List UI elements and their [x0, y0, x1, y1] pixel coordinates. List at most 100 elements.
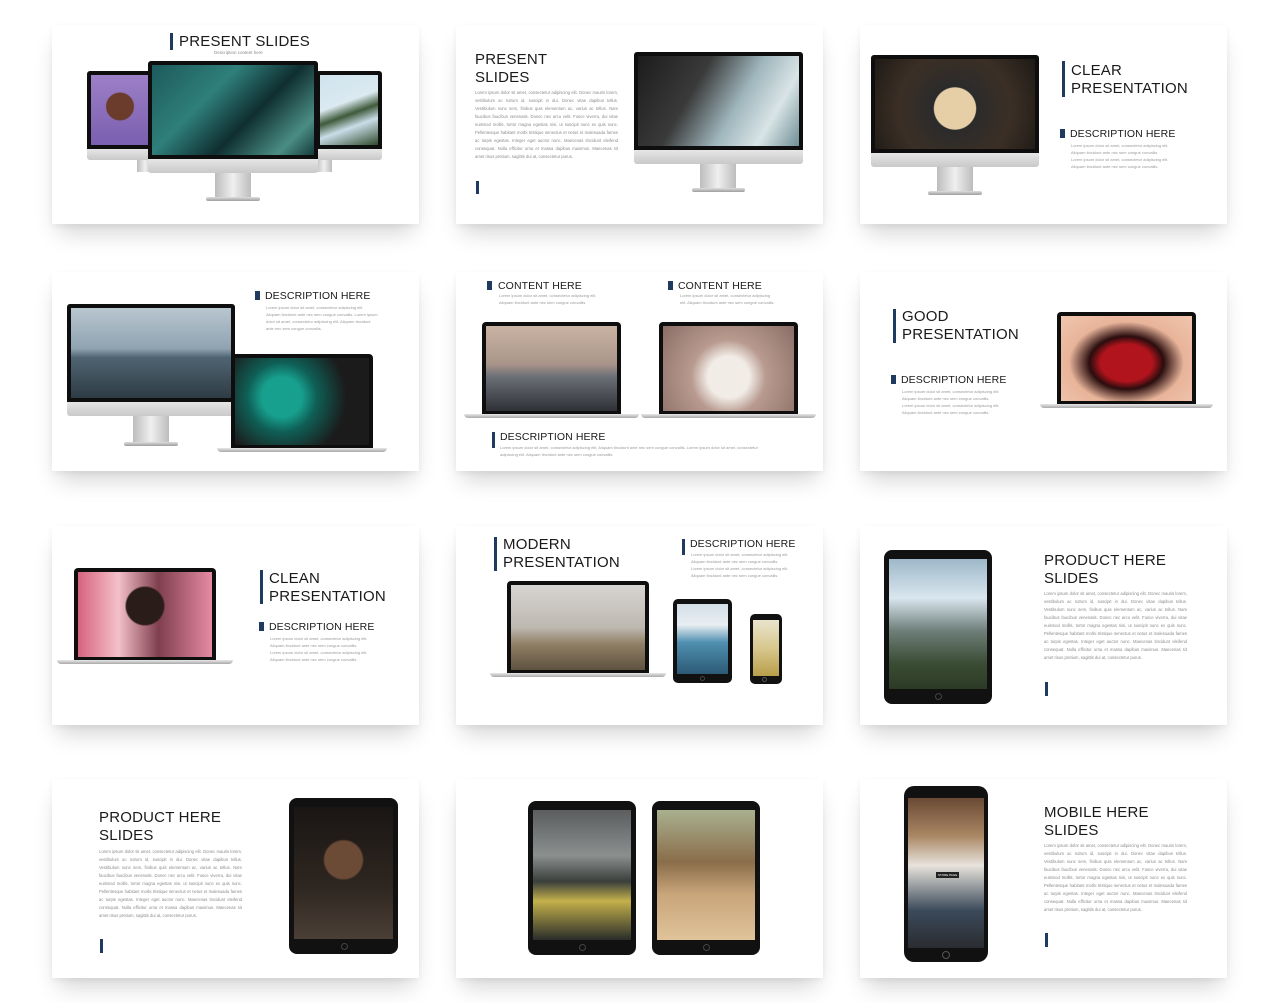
- accent-bar-small: [891, 375, 896, 384]
- accent-bar: [492, 432, 495, 448]
- accent-bar: [494, 537, 497, 571]
- description-text: Lorem ipsum dolor sit amet, consectetur …: [266, 305, 378, 331]
- photo-man-orange-headband: [91, 75, 149, 145]
- tablet-mockup-right: [652, 801, 760, 955]
- laptop-mockup: [1040, 312, 1213, 408]
- slide-title: PRESENT SLIDES: [475, 51, 547, 87]
- accent-bar: [1062, 61, 1065, 97]
- photo-aerial-ocean: [152, 65, 314, 155]
- accent-bar: [260, 570, 263, 604]
- title-line-1: MOBILE HERE: [1044, 804, 1149, 821]
- title-line-2: SLIDES: [1044, 822, 1099, 839]
- laptop-mockup: [490, 581, 666, 677]
- description-heading: DESCRIPTION HERE: [500, 431, 606, 443]
- body-text: Lorem ipsum dolor sit amet, consectetur …: [1044, 591, 1187, 660]
- accent-bar-small: [487, 281, 492, 290]
- title-line-2: SLIDES: [99, 827, 154, 844]
- body-text: Lorem ipsum dolor sit amet, consectetur …: [475, 90, 618, 159]
- accent-bar: [1045, 682, 1048, 696]
- photo-man-portrait: [294, 807, 393, 939]
- imac-mockup: [871, 55, 1039, 198]
- tablet-mockup: [289, 798, 398, 954]
- description-heading: DESCRIPTION HERE: [265, 290, 371, 302]
- photo-kitchen-chef: [533, 810, 631, 940]
- photo-woman-flowers: [78, 572, 212, 657]
- description-heading: DESCRIPTION HERE: [901, 374, 1007, 386]
- slide-subtitle: Description content here: [214, 50, 263, 55]
- slide-12-thumbnail[interactable]: STORE PAGE MOBILE HERE SLIDES Lorem ipsu…: [860, 779, 1227, 978]
- accent-bar-small: [255, 291, 260, 300]
- accent-bar: [893, 309, 896, 343]
- laptop-mockup-right: [641, 322, 816, 420]
- slide-3-thumbnail[interactable]: CLEAR PRESENTATION DESCRIPTION HERE Lore…: [860, 25, 1227, 224]
- slide-title: MOBILE HERE SLIDES: [1044, 804, 1149, 840]
- store-sign: STORE PAGE: [936, 872, 960, 878]
- body-text: Lorem ipsum dolor sit amet, consectetur …: [99, 849, 242, 918]
- slide-title: CLEAR PRESENTATION: [1071, 62, 1188, 98]
- slide-title: CLEAN PRESENTATION: [269, 570, 386, 606]
- accent-bar-small: [682, 539, 685, 555]
- body-text: Lorem ipsum dolor sit amet, consectetur …: [1044, 843, 1187, 912]
- slide-title: PRESENT SLIDES: [179, 33, 310, 50]
- title-line-2: PRESENTATION: [503, 554, 620, 571]
- description-text: Lorem ipsum dolor sit amet, consectetur …: [691, 552, 789, 578]
- slide-9-thumbnail[interactable]: PRODUCT HERE SLIDES Lorem ipsum dolor si…: [860, 526, 1227, 725]
- slide-7-thumbnail[interactable]: CLEAN PRESENTATION DESCRIPTION HERE Lore…: [52, 526, 419, 725]
- phone-mockup: STORE PAGE: [904, 786, 988, 962]
- content-text-1: Lorem ipsum dolor sit amet, consectetur …: [499, 293, 597, 305]
- title-line-1: MODERN: [503, 536, 571, 553]
- photo-flowers-book: [663, 326, 794, 411]
- photo-palm-trees: [320, 75, 378, 145]
- slide-2-thumbnail[interactable]: PRESENT SLIDES Lorem ipsum dolor sit ame…: [456, 25, 823, 224]
- slide-title: PRODUCT HERE SLIDES: [99, 809, 221, 845]
- accent-bar: [1045, 933, 1048, 947]
- slide-6-thumbnail[interactable]: GOOD PRESENTATION DESCRIPTION HERE Lorem…: [860, 272, 1227, 471]
- slide-10-thumbnail[interactable]: PRODUCT HERE SLIDES Lorem ipsum dolor si…: [52, 779, 419, 978]
- accent-bar-small: [1060, 129, 1065, 138]
- imac-mockup-center: [148, 61, 318, 201]
- phone-mockup: [750, 614, 782, 684]
- accent-bar-small: [668, 281, 673, 290]
- accent-bar: [476, 181, 479, 194]
- description-heading: DESCRIPTION HERE: [269, 621, 375, 633]
- imac-mockup-left: [87, 71, 153, 189]
- description-text: Lorem ipsum dolor sit amet, consectetur …: [902, 389, 1000, 415]
- imac-mockup: [634, 52, 803, 197]
- title-line-2: PRESENTATION: [269, 588, 386, 605]
- title-line-1: PRODUCT HERE: [99, 809, 222, 826]
- accent-bar-small: [259, 622, 264, 631]
- description-text: Lorem ipsum dolor sit amet, consectetur …: [270, 636, 368, 662]
- title-line-2: SLIDES: [1044, 570, 1099, 587]
- slide-1-thumbnail[interactable]: PRESENT SLIDES Description content here: [52, 25, 419, 224]
- photo-couple-field: [511, 585, 645, 670]
- title-line-2: PRESENTATION: [1071, 80, 1188, 97]
- imac-mockup: [67, 304, 235, 447]
- tablet-mockup: [884, 550, 992, 704]
- tablet-mockup: [673, 599, 732, 683]
- title-line-1: PRODUCT HERE: [1044, 552, 1167, 569]
- content-heading-2: CONTENT HERE: [678, 280, 762, 292]
- title-line-1: GOOD: [902, 308, 949, 325]
- imac-mockup-right: [316, 71, 382, 189]
- description-heading: DESCRIPTION HERE: [1070, 128, 1176, 140]
- title-line-1: CLEAR: [1071, 62, 1123, 79]
- accent-bar: [170, 33, 173, 50]
- photo-woman-desert: [657, 810, 755, 940]
- slide-11-thumbnail[interactable]: [456, 779, 823, 978]
- slide-5-thumbnail[interactable]: CONTENT HERE Lorem ipsum dolor sit amet,…: [456, 272, 823, 471]
- description-heading: DESCRIPTION HERE: [690, 538, 796, 550]
- slide-4-thumbnail[interactable]: DESCRIPTION HERE Lorem ipsum dolor sit a…: [52, 272, 419, 471]
- laptop-mockup: [217, 354, 387, 454]
- laptop-mockup-left: [464, 322, 639, 420]
- content-heading-1: CONTENT HERE: [498, 280, 582, 292]
- photo-red-lips: [1061, 316, 1192, 401]
- slide-8-thumbnail[interactable]: MODERN PRESENTATION DESCRIPTION HERE Lor…: [456, 526, 823, 725]
- slide-title: MODERN PRESENTATION: [503, 536, 620, 572]
- photo-blue-van: [677, 604, 728, 674]
- photo-table-pineapple: [875, 59, 1035, 149]
- photo-man-smoke: [638, 56, 799, 146]
- description-text: Lorem ipsum dolor sit amet, consectetur …: [500, 445, 758, 457]
- title-line-1: CLEAN: [269, 570, 321, 587]
- content-text-2: Lorem ipsum dolor sit amet, consectetur …: [680, 293, 775, 305]
- tablet-mockup-left: [528, 801, 636, 955]
